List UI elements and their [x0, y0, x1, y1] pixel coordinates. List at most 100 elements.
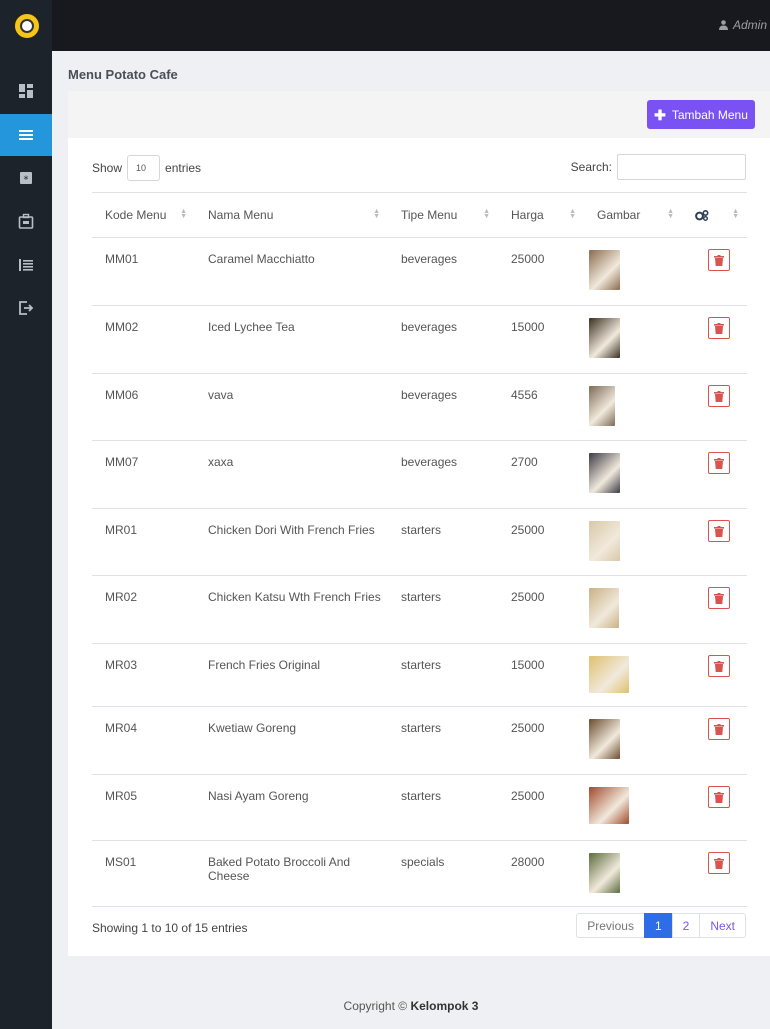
col-header-gambar[interactable]: Gambar ▲ ▼ [584, 192, 682, 238]
footer-brand: Kelompok 3 [410, 999, 479, 1013]
entries-select[interactable]: 10 [127, 155, 161, 181]
cell-tipe: specials [388, 840, 498, 907]
menu-photo [589, 656, 629, 693]
cell-tipe: starters [388, 575, 498, 644]
card-header: ✚ Tambah Menu [68, 91, 770, 138]
cell-actions [682, 237, 747, 306]
user-icon [718, 20, 728, 30]
add-menu-button[interactable]: ✚ Tambah Menu [647, 100, 755, 129]
menu-photo [589, 853, 620, 893]
trash-icon [714, 661, 724, 672]
cell-nama: Caramel Macchiatto [195, 237, 388, 306]
delete-button[interactable] [708, 718, 730, 740]
col-header-actions[interactable]: ▲ ▼ [682, 192, 747, 238]
cell-kode: MR02 [92, 575, 195, 644]
delete-button[interactable] [708, 317, 730, 339]
cell-actions [682, 643, 747, 707]
sort-icon: ▲ ▼ [569, 208, 576, 220]
table-row: MS01 Baked Potato Broccoli And Cheese spec… [92, 840, 747, 907]
entries-length-control: Show 10 entries [92, 155, 201, 181]
cell-kode: MM06 [92, 373, 195, 441]
cell-gambar [584, 305, 682, 374]
user-menu[interactable]: Admin [718, 18, 767, 32]
sort-icon: ▲ ▼ [180, 208, 187, 220]
cell-gambar [584, 840, 682, 907]
delete-button[interactable] [708, 587, 730, 609]
gears-icon [695, 210, 709, 222]
trash-icon [714, 858, 724, 869]
briefcase-icon [18, 213, 34, 229]
footer: Copyright © Kelompok 3 [52, 999, 770, 1013]
menu-table: Kode Menu ▲ ▼ Nama Menu ▲ ▼ Tipe Menu ▲ ▼ Harg… [92, 192, 747, 907]
pagination-page-1[interactable]: 1 [643, 913, 673, 938]
entries-label: entries [165, 161, 202, 175]
cell-kode: MM07 [92, 440, 195, 509]
cell-tipe: beverages [388, 305, 498, 374]
cell-harga: 28000 [498, 840, 584, 907]
delete-button[interactable] [708, 655, 730, 677]
sidebar-item-asterisk[interactable]: * [0, 157, 52, 199]
cell-nama: Iced Lychee Tea [195, 305, 388, 374]
menu-list-icon [19, 130, 33, 140]
cell-nama: Chicken Katsu Wth French Fries [195, 575, 388, 644]
cell-harga: 2700 [498, 440, 584, 509]
cell-kode: MR04 [92, 706, 195, 775]
cell-kode: MR03 [92, 643, 195, 707]
cell-actions [682, 373, 747, 441]
table-info: Showing 1 to 10 of 15 entries [92, 921, 248, 935]
cell-tipe: starters [388, 706, 498, 775]
cell-harga: 25000 [498, 706, 584, 775]
col-header-harga[interactable]: Harga ▲ ▼ [498, 192, 584, 238]
page-title: Menu Potato Cafe [68, 67, 178, 82]
cell-kode: MM01 [92, 237, 195, 306]
col-header-kode[interactable]: Kode Menu ▲ ▼ [92, 192, 195, 238]
menu-photo [589, 588, 619, 628]
sidebar-item-reports[interactable] [0, 244, 52, 286]
logout-icon [19, 301, 34, 315]
cell-tipe: starters [388, 508, 498, 576]
cell-gambar [584, 575, 682, 644]
delete-button[interactable] [708, 786, 730, 808]
cell-harga: 15000 [498, 305, 584, 374]
cafe-logo[interactable] [13, 12, 41, 40]
cell-gambar [584, 643, 682, 707]
table-header-row: Kode Menu ▲ ▼ Nama Menu ▲ ▼ Tipe Menu ▲ ▼ Harg… [92, 192, 747, 238]
pagination-next[interactable]: Next [699, 913, 746, 938]
add-menu-label: Tambah Menu [671, 107, 748, 122]
delete-button[interactable] [708, 249, 730, 271]
delete-button[interactable] [708, 520, 730, 542]
trash-icon [714, 526, 724, 537]
sidebar-item-logout[interactable] [0, 287, 52, 329]
cell-gambar [584, 774, 682, 841]
cell-kode: MR01 [92, 508, 195, 576]
svg-text:*: * [24, 175, 29, 186]
table-row: MR05 Nasi Ayam Goreng starters 25000 [92, 774, 747, 841]
table-row: MM07 xaxa beverages 2700 [92, 440, 747, 509]
trash-icon [714, 593, 724, 604]
sidebar-item-menu[interactable] [0, 114, 52, 156]
col-header-tipe[interactable]: Tipe Menu ▲ ▼ [388, 192, 498, 238]
sidebar-item-dashboard[interactable] [0, 70, 52, 112]
col-header-nama[interactable]: Nama Menu ▲ ▼ [195, 192, 388, 238]
sort-icon: ▲ ▼ [373, 208, 380, 220]
delete-button[interactable] [708, 385, 730, 407]
sort-icon: ▲ ▼ [483, 208, 490, 220]
cell-nama: French Fries Original [195, 643, 388, 707]
pagination-previous[interactable]: Previous [576, 913, 645, 938]
table-row: MR03 French Fries Original starters 15000 [92, 643, 747, 707]
menu-photo [589, 453, 620, 493]
menu-photo [589, 719, 620, 759]
delete-button[interactable] [708, 452, 730, 474]
cell-kode: MR05 [92, 774, 195, 841]
dashboard-icon [19, 84, 33, 98]
copyright-text: Copyright © [343, 999, 408, 1013]
top-navbar: Admin [0, 0, 770, 51]
user-name: Admin [732, 18, 767, 32]
delete-button[interactable] [708, 852, 730, 874]
pagination: Previous 1 2 Next [576, 913, 746, 938]
pagination-page-2[interactable]: 2 [671, 913, 701, 938]
sidebar-item-briefcase[interactable] [0, 200, 52, 242]
search-input[interactable] [617, 154, 746, 180]
cell-nama: Chicken Dori With French Fries [195, 508, 388, 576]
cell-harga: 25000 [498, 575, 584, 644]
